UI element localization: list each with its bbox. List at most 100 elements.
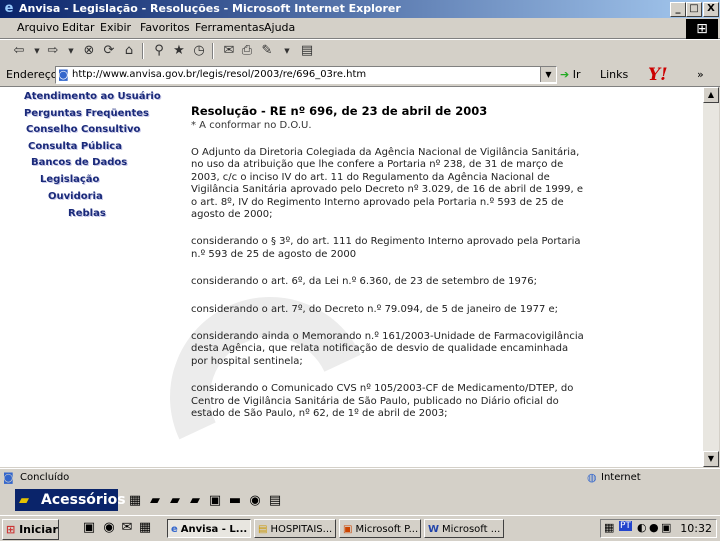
- menu-ferramentas[interactable]: Ferramentas: [195, 21, 264, 34]
- system-tray: ▦ PT ◐ ● ▣ 10:32: [600, 519, 717, 538]
- title-bar: e Anvisa - Legislação - Resoluções - Mic…: [0, 0, 720, 18]
- print-icon[interactable]: ⎙: [238, 42, 256, 60]
- address-bar: Endereço ◙ ▼ ➔ Ir Links Y! »: [0, 64, 720, 87]
- address-dropdown-icon[interactable]: ▼: [540, 67, 556, 82]
- nav-link-ouvidoria[interactable]: Ouvidoria: [48, 191, 103, 202]
- discuss-icon[interactable]: ▤: [298, 42, 316, 60]
- accessories-toolbar: Acessórios ▰ ▦ ▰ ▰ ▰ ▣ ▬ ◉ ▤: [0, 487, 720, 515]
- explorer-shortcut-icon[interactable]: ◉: [246, 492, 264, 510]
- status-text: Concluído: [20, 472, 70, 483]
- clock: 10:32: [680, 522, 712, 535]
- links-button[interactable]: Links: [600, 68, 628, 81]
- document-paragraph: O Adjunto da Diretoria Colegiada da Agên…: [191, 147, 583, 221]
- url-input[interactable]: [72, 67, 537, 82]
- task-label: HOSPITAIS...: [270, 524, 333, 535]
- folder-shortcut-icon[interactable]: ▰: [146, 492, 164, 510]
- address-label: Endereço: [6, 68, 58, 81]
- task-label: Microsoft P...: [355, 524, 419, 535]
- mail-icon[interactable]: ✉: [220, 42, 238, 60]
- forward-dropdown-icon[interactable]: ▼: [62, 42, 80, 60]
- nav-link-reblas[interactable]: Reblas: [68, 208, 106, 219]
- menu-favoritos[interactable]: Favoritos: [140, 21, 190, 34]
- security-zone: Internet: [601, 472, 641, 483]
- address-field[interactable]: ◙ ▼: [55, 66, 557, 84]
- task-anvisa[interactable]: e Anvisa - L...: [167, 519, 251, 538]
- mail-quick-launch-icon[interactable]: ✉: [118, 519, 136, 537]
- nav-link-bancos[interactable]: Bancos de Dados: [31, 157, 127, 168]
- app-shortcut-icon[interactable]: ▦: [126, 492, 144, 510]
- close-button[interactable]: X: [703, 2, 719, 17]
- page-content: Atendimento ao Usuário Perguntas Freqüen…: [0, 87, 703, 467]
- powerpoint-icon: ▣: [343, 524, 353, 535]
- scroll-down-icon[interactable]: ▼: [703, 451, 719, 467]
- toolbar: ⇦ ▼ ⇨ ▼ ⊗ ⟳ ⌂ ⚲ ★ ◷ ✉ ⎙ ✎ ▼ ▤: [0, 39, 720, 65]
- internet-explorer-icon: e: [4, 1, 14, 16]
- favorites-icon[interactable]: ★: [170, 42, 188, 60]
- start-label: Iniciar: [19, 523, 58, 536]
- tray-app-icon[interactable]: ▣: [661, 521, 671, 534]
- vertical-scrollbar[interactable]: ▲ ▼: [703, 87, 719, 467]
- document-paragraph: considerando o Comunicado CVS nº 105/200…: [191, 383, 574, 420]
- go-button[interactable]: ➔ Ir: [560, 68, 581, 81]
- toolbar-separator: [212, 43, 214, 59]
- menu-arquivo[interactable]: Arquivo: [17, 21, 59, 34]
- show-desktop-icon[interactable]: ▣: [80, 519, 98, 537]
- stop-icon[interactable]: ⊗: [80, 42, 98, 60]
- network-icon[interactable]: ▦: [604, 521, 614, 534]
- quick-launch-icon[interactable]: ▦: [136, 519, 154, 537]
- task-word[interactable]: W Microsoft ...: [424, 519, 504, 538]
- go-arrow-icon: ➔: [560, 68, 570, 81]
- window-title: Anvisa - Legislação - Resoluções - Micro…: [19, 2, 401, 15]
- scroll-up-icon[interactable]: ▲: [703, 87, 719, 103]
- document-paragraph: considerando o art. 6º, da Lei n.º 6.360…: [191, 276, 537, 288]
- document-body: Resolução - RE nº 696, de 23 de abril de…: [191, 104, 586, 436]
- start-button[interactable]: ⊞ Iniciar: [2, 519, 59, 540]
- nav-link-perguntas[interactable]: Perguntas Freqüentes: [24, 108, 149, 119]
- go-label: Ir: [572, 68, 581, 81]
- notepad-shortcut-icon[interactable]: ▤: [266, 492, 284, 510]
- folder-icon: ▰: [19, 493, 29, 508]
- menu-exibir[interactable]: Exibir: [100, 21, 131, 34]
- menu-ajuda[interactable]: Ajuda: [264, 21, 295, 34]
- history-icon[interactable]: ◷: [190, 42, 208, 60]
- search-icon[interactable]: ⚲: [150, 42, 168, 60]
- back-icon[interactable]: ⇦: [10, 42, 28, 60]
- forward-icon[interactable]: ⇨: [44, 42, 62, 60]
- nav-link-consulta[interactable]: Consulta Pública: [28, 141, 122, 152]
- more-links-button[interactable]: »: [697, 68, 704, 81]
- menu-editar[interactable]: Editar: [62, 21, 95, 34]
- taskbar: ⊞ Iniciar ▣ ◉ ✉ ▦ e Anvisa - L... ▤ HOSPIT…: [0, 515, 720, 541]
- nav-link-legislacao[interactable]: Legislação: [40, 174, 99, 185]
- folder-shortcut-icon[interactable]: ▰: [166, 492, 184, 510]
- nav-link-conselho[interactable]: Conselho Consultivo: [26, 124, 140, 135]
- word-icon: W: [428, 524, 440, 535]
- edit-dropdown-icon[interactable]: ▼: [278, 42, 296, 60]
- sidebar-nav: Atendimento ao Usuário Perguntas Freqüen…: [0, 87, 180, 467]
- refresh-icon[interactable]: ⟳: [100, 42, 118, 60]
- document-icon: ▤: [258, 524, 268, 535]
- yahoo-logo-icon[interactable]: Y!: [648, 65, 668, 85]
- nav-link-atendimento[interactable]: Atendimento ao Usuário: [24, 91, 161, 102]
- task-powerpoint[interactable]: ▣ Microsoft P...: [339, 519, 421, 538]
- tray-app-icon[interactable]: ●: [649, 521, 659, 534]
- edit-icon[interactable]: ✎: [258, 42, 276, 60]
- folder-shortcut-icon[interactable]: ▰: [186, 492, 204, 510]
- status-bar: ◙ Concluído ◍ Internet: [0, 468, 720, 487]
- language-indicator[interactable]: PT: [619, 521, 632, 531]
- task-hospitais[interactable]: ▤ HOSPITAIS...: [254, 519, 336, 538]
- paint-shortcut-icon[interactable]: ▣: [206, 492, 224, 510]
- document-paragraph: considerando o art. 7º, do Decreto n.º 7…: [191, 303, 559, 315]
- accessories-label: Acessórios: [41, 492, 126, 508]
- document-paragraph: considerando o § 3º, do art. 111 do Regi…: [191, 236, 581, 260]
- volume-icon[interactable]: ◐: [637, 521, 647, 534]
- document-title: Resolução - RE nº 696, de 23 de abril de…: [191, 104, 488, 118]
- command-prompt-icon[interactable]: ▬: [226, 492, 244, 510]
- minimize-button[interactable]: _: [670, 2, 686, 17]
- windows-logo-icon: ⊞: [686, 19, 718, 39]
- internet-zone-icon: ◍: [587, 471, 597, 484]
- ie-quick-launch-icon[interactable]: ◉: [100, 519, 118, 537]
- accessories-folder-button[interactable]: Acessórios: [15, 489, 126, 511]
- home-icon[interactable]: ⌂: [120, 42, 138, 60]
- maximize-button[interactable]: □: [686, 2, 702, 17]
- document-subtitle: * A conformar no D.O.U.: [191, 120, 312, 131]
